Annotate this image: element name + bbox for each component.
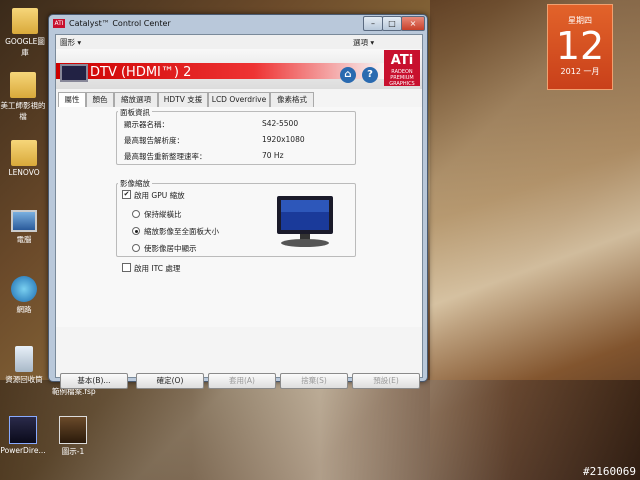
- max-resolution-label: 最高報告解析度：: [124, 136, 184, 145]
- desktop-icon-art-folder[interactable]: 美工師影視的 檔: [0, 72, 46, 122]
- maximize-button[interactable]: □: [382, 16, 402, 31]
- tab-scaling-options[interactable]: 縮放選項: [114, 92, 158, 107]
- center-image-label: 使影像居中顯示: [144, 244, 197, 253]
- folder-icon: [10, 72, 36, 98]
- window-title: Catalyst™ Control Center: [69, 19, 171, 28]
- discard-button[interactable]: 捨棄(S): [280, 373, 348, 389]
- scale-full-panel-label: 縮放影像至全面板大小: [144, 227, 219, 236]
- close-button[interactable]: ×: [401, 16, 425, 31]
- max-resolution-value: 1920x1080: [262, 135, 305, 144]
- desktop-icon-image1[interactable]: 圖示-1: [50, 416, 96, 457]
- desktop-icon-label: 網路: [16, 305, 32, 314]
- tab-pixel-format[interactable]: 像素格式: [270, 92, 314, 107]
- desktop-icon-label: LENOVO: [8, 168, 40, 177]
- device-banner: DTV (HDMI™) 2 ⌂ ? ATi RADEON PREMIUM GRA…: [56, 49, 422, 89]
- defaults-button[interactable]: 預設(E): [352, 373, 420, 389]
- calendar-day: 12: [555, 24, 605, 68]
- button-bar: 基本(B)... 確定(O) 套用(A) 捨棄(S) 預設(E): [56, 369, 422, 395]
- basic-button[interactable]: 基本(B)...: [60, 373, 128, 389]
- display-name-value: S42-5500: [262, 119, 299, 128]
- network-icon: [11, 276, 37, 302]
- enable-gpu-scaling-label: 啟用 GPU 縮放: [134, 191, 185, 200]
- desktop-icon-label: GOOGLE圖 庫: [5, 37, 45, 57]
- watermark: #2160069: [583, 465, 636, 478]
- home-icon[interactable]: ⌂: [340, 67, 356, 83]
- keep-aspect-radio[interactable]: [132, 210, 140, 218]
- tab-lcd-overdrive[interactable]: LCD Overdrive: [208, 92, 270, 107]
- tab-color[interactable]: 顏色: [86, 92, 114, 107]
- desktop-icon-recycle-bin[interactable]: 資源回收筒: [1, 346, 47, 385]
- client-area: 圖形 ▾ 選項 ▾ DTV (HDMI™) 2 ⌂ ? ATi RADEON P…: [55, 34, 423, 389]
- computer-icon: [11, 210, 37, 232]
- calendar-gadget[interactable]: 星期四 12 2012 一月: [547, 4, 613, 90]
- enable-itc-checkbox[interactable]: [122, 263, 131, 272]
- desktop-icon-network[interactable]: 網路: [1, 276, 47, 315]
- desktop-icon-computer[interactable]: 電腦: [1, 210, 47, 245]
- apply-button[interactable]: 套用(A): [208, 373, 276, 389]
- scale-full-panel-radio[interactable]: [132, 227, 140, 235]
- display-name-label: 顯示器名稱：: [124, 120, 169, 129]
- help-icon[interactable]: ?: [362, 67, 378, 83]
- desktop-icon-powerdirector[interactable]: PowerDire...: [0, 416, 46, 455]
- tab-hdtv-support[interactable]: HDTV 支援: [158, 92, 208, 107]
- monitor-illustration: [277, 196, 333, 247]
- tab-bar: 屬性 顏色 縮放選項 HDTV 支援 LCD Overdrive 像素格式: [56, 91, 422, 108]
- desktop-icon-label: 美工師影視的 檔: [0, 101, 46, 121]
- desktop-icon-label: 資源回收筒: [5, 375, 43, 384]
- folder-icon: [11, 140, 37, 166]
- ok-button[interactable]: 確定(O): [136, 373, 204, 389]
- panel-info-title: 面板資訊: [118, 107, 152, 118]
- recycle-bin-icon: [15, 346, 33, 372]
- max-refresh-value: 70 Hz: [262, 151, 284, 160]
- properties-panel: 面板資訊 顯示器名稱： S42-5500 最高報告解析度： 1920x1080 …: [56, 107, 422, 327]
- desktop-icon-lenovo[interactable]: LENOVO: [1, 140, 47, 177]
- image-scaling-title: 影像縮放: [118, 178, 152, 189]
- minimize-button[interactable]: –: [363, 16, 383, 31]
- enable-itc-label: 啟用 ITC 處理: [134, 264, 181, 273]
- keep-aspect-label: 保持縱橫比: [144, 210, 182, 219]
- catalyst-window: ATI Catalyst™ Control Center – □ × 圖形 ▾ …: [48, 14, 428, 389]
- powerdirector-icon: [9, 416, 37, 444]
- title-bar[interactable]: ATI Catalyst™ Control Center – □ ×: [49, 15, 427, 33]
- menu-bar: 圖形 ▾ 選項 ▾: [56, 35, 422, 50]
- device-title: DTV (HDMI™) 2: [90, 65, 192, 80]
- menu-graphics[interactable]: 圖形 ▾: [60, 37, 81, 48]
- menu-options[interactable]: 選項 ▾: [353, 37, 374, 48]
- tab-properties[interactable]: 屬性: [58, 92, 86, 108]
- desktop-icon-label: PowerDire...: [0, 446, 46, 455]
- enable-gpu-scaling-checkbox[interactable]: ✔: [122, 190, 131, 199]
- desktop-icon-label: 電腦: [16, 235, 32, 244]
- ati-app-icon: ATI: [53, 19, 65, 28]
- monitor-icon: [60, 64, 88, 82]
- image-file-icon: [59, 416, 87, 444]
- desktop-icon-google[interactable]: GOOGLE圖 庫: [2, 8, 48, 58]
- center-image-radio[interactable]: [132, 244, 140, 252]
- max-refresh-label: 最高報告重新整理速率：: [124, 152, 207, 161]
- desktop-icon-label: 圖示-1: [61, 447, 85, 456]
- folder-icon: [12, 8, 38, 34]
- ati-radeon-logo: ATi RADEON PREMIUM GRAPHICS: [384, 50, 420, 87]
